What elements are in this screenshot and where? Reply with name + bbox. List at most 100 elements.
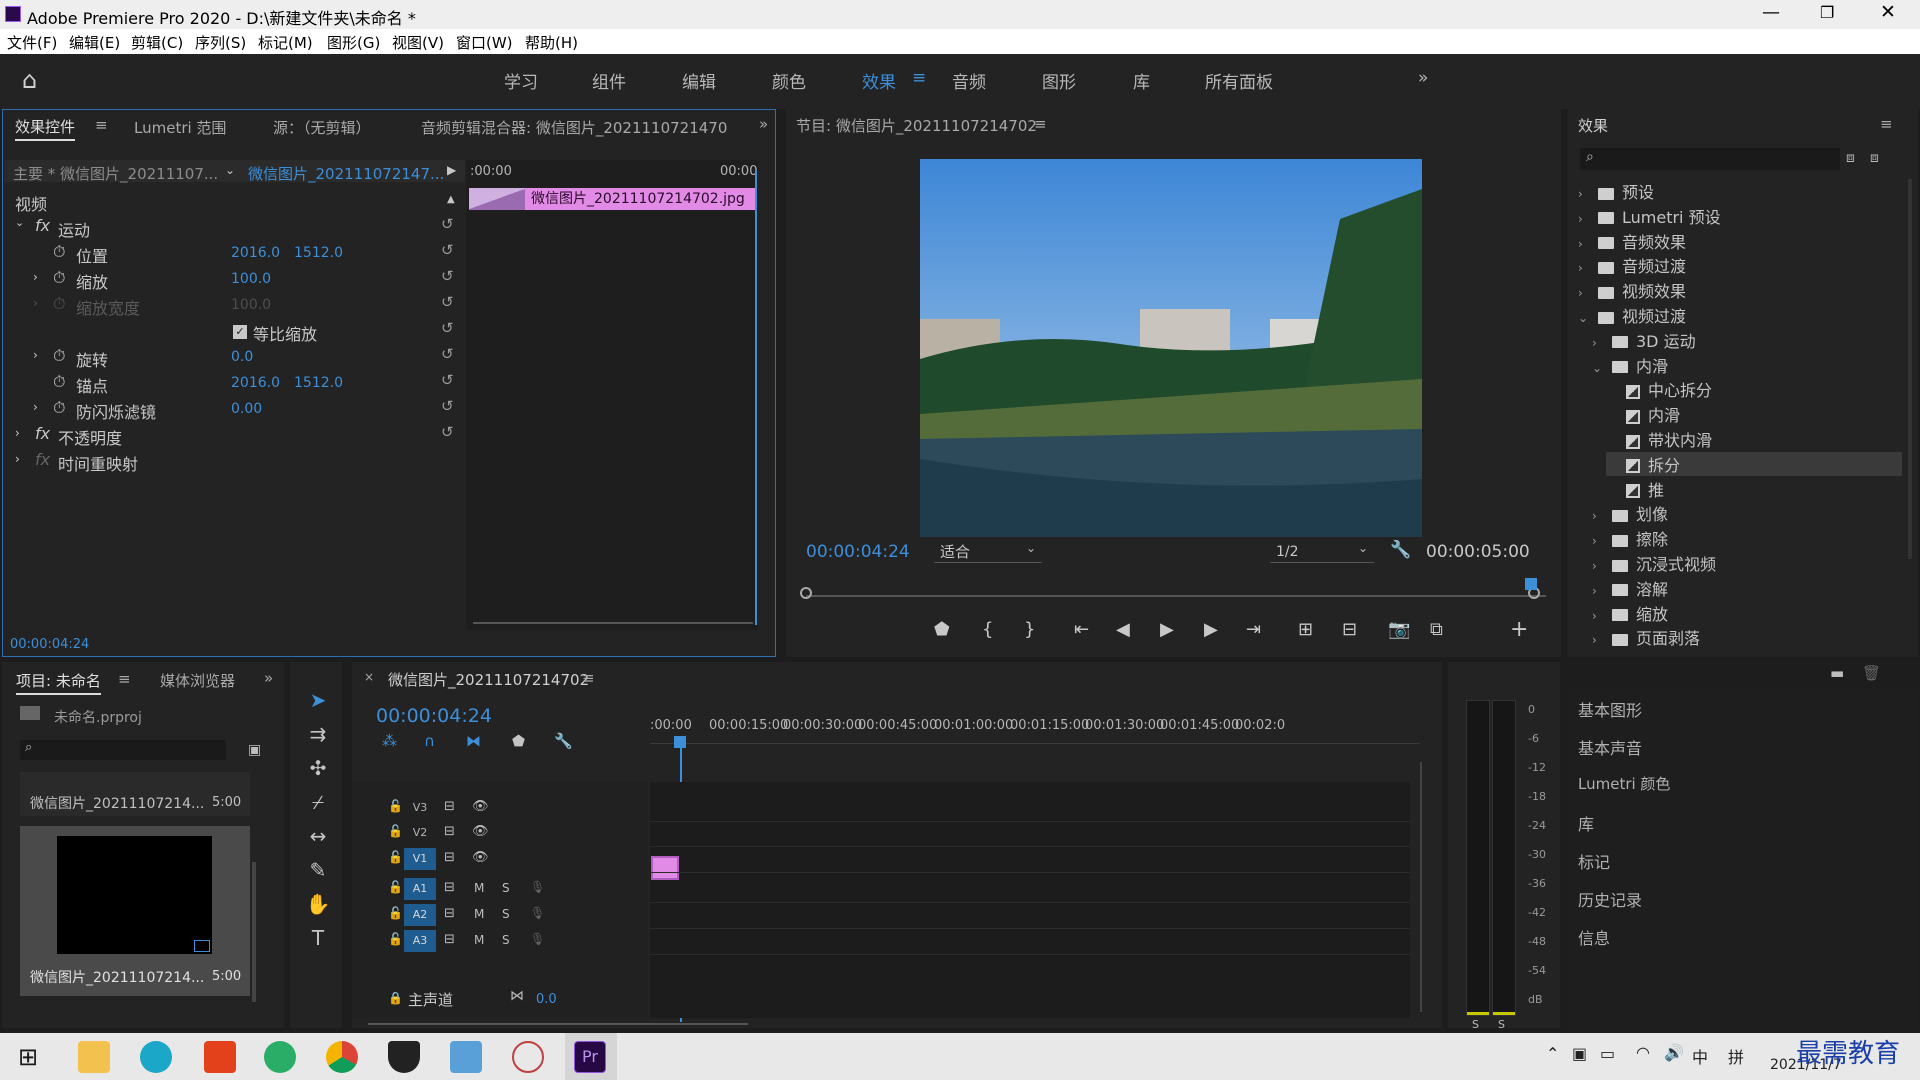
program-playhead[interactable] bbox=[1525, 578, 1538, 590]
effects-folder[interactable]: › 页面剥落 bbox=[1592, 625, 1700, 649]
lock-icon[interactable]: 🔓 bbox=[388, 906, 403, 920]
sync-lock-icon[interactable]: ⊟ bbox=[444, 880, 455, 895]
paint-icon[interactable] bbox=[512, 1041, 544, 1073]
panel-essential-graphics[interactable]: 基本图形 bbox=[1578, 697, 1642, 721]
anchor-y-value[interactable]: 1512.0 bbox=[294, 375, 343, 391]
slip-tool-icon[interactable]: ↔ bbox=[304, 824, 332, 852]
lock-icon[interactable]: 🔓 bbox=[388, 880, 403, 894]
lock-icon[interactable]: 🔓 bbox=[388, 824, 403, 838]
file-explorer-icon[interactable] bbox=[78, 1041, 110, 1073]
expand-icon[interactable]: › bbox=[15, 426, 20, 440]
lock-icon[interactable]: 🔓 bbox=[388, 799, 403, 813]
timeline-vscrollbar[interactable] bbox=[1420, 762, 1422, 1012]
go-to-end-icon[interactable]: ⋈ bbox=[510, 988, 524, 1004]
scrub-start-handle[interactable] bbox=[800, 587, 812, 599]
reset-icon[interactable]: ↺ bbox=[441, 319, 454, 337]
chrome-icon[interactable] bbox=[326, 1041, 358, 1073]
sequence-clip-label[interactable]: 微信图片_202111072147... bbox=[248, 163, 444, 184]
solo-right-button[interactable]: S bbox=[1498, 1018, 1505, 1031]
anchor-x-value[interactable]: 2016.0 bbox=[231, 375, 280, 391]
panel-menu-icon[interactable]: ≡ bbox=[1880, 115, 1893, 133]
office-icon[interactable] bbox=[204, 1041, 236, 1073]
hand-tool-icon[interactable]: ✋ bbox=[304, 892, 332, 920]
solo-button[interactable]: S bbox=[502, 933, 510, 947]
step-back-icon[interactable]: ◀ bbox=[1116, 619, 1130, 640]
panel-history[interactable]: 历史记录 bbox=[1578, 887, 1642, 911]
fit-dropdown[interactable]: 适合 ⌄ bbox=[934, 541, 1042, 563]
new-bin-icon[interactable]: ▬ bbox=[1830, 664, 1844, 682]
tray-app-icon[interactable]: ▣ bbox=[1572, 1044, 1587, 1063]
stopwatch-icon[interactable]: ⏱ bbox=[53, 372, 65, 392]
chevron-right-icon[interactable]: › bbox=[1592, 609, 1604, 623]
resolution-dropdown[interactable]: 1/2 ⌄ bbox=[1270, 541, 1374, 563]
chevron-right-icon[interactable]: › bbox=[1592, 336, 1604, 350]
menu-graphics[interactable]: 图形(G) bbox=[327, 32, 380, 53]
workspace-editing[interactable]: 编辑 bbox=[682, 68, 716, 93]
ec-playhead[interactable] bbox=[755, 170, 757, 625]
home-icon[interactable]: ⌂ bbox=[22, 66, 37, 94]
scroll-up-icon[interactable]: ▲ bbox=[447, 194, 455, 205]
tab-media-browser[interactable]: 媒体浏览器 bbox=[160, 670, 236, 691]
lock-icon[interactable]: 🔒 bbox=[388, 991, 403, 1005]
mark-in-icon[interactable]: { bbox=[982, 619, 993, 640]
go-to-out-icon[interactable]: ⇥ bbox=[1246, 619, 1261, 640]
menu-sequence[interactable]: 序列(S) bbox=[195, 32, 246, 53]
chevron-right-icon[interactable]: › bbox=[1578, 187, 1590, 201]
expand-icon[interactable]: › bbox=[15, 452, 20, 466]
accelerated-effects-icon[interactable]: ⧈ bbox=[1846, 150, 1855, 166]
program-timecode[interactable]: 00:00:04:24 bbox=[806, 542, 910, 562]
effects-transition-item[interactable]: 推 bbox=[1606, 477, 1664, 501]
timeline-title[interactable]: 微信图片_20211107214702 bbox=[388, 669, 589, 690]
panel-menu-icon[interactable]: ≡ bbox=[582, 669, 595, 687]
control-panel-icon[interactable] bbox=[450, 1041, 482, 1073]
effects-transition-item[interactable]: 中心拆分 bbox=[1606, 377, 1712, 401]
play-icon[interactable]: ▶ bbox=[447, 163, 456, 177]
tab-menu-icon[interactable]: ≡ bbox=[95, 116, 108, 134]
add-marker-icon[interactable]: ⬟ bbox=[934, 619, 950, 640]
reset-icon[interactable]: ↺ bbox=[441, 293, 454, 311]
close-icon[interactable]: × bbox=[364, 670, 374, 684]
eye-icon[interactable]: 👁 bbox=[472, 799, 489, 814]
effects-folder[interactable]: › 3D 运动 bbox=[1592, 328, 1696, 352]
chevron-down-icon[interactable]: ⌄ bbox=[1592, 361, 1604, 375]
effects-search-input[interactable]: ⌕ bbox=[1580, 148, 1840, 170]
timeline-hscrollbar[interactable] bbox=[368, 1023, 748, 1025]
sync-lock-icon[interactable]: ⊟ bbox=[444, 824, 455, 839]
workspace-effects[interactable]: 效果 bbox=[862, 68, 896, 93]
new-bin-icon[interactable]: ▣ bbox=[248, 742, 261, 758]
workspace-all-panels[interactable]: 所有面板 bbox=[1205, 68, 1273, 93]
eye-icon[interactable]: 👁 bbox=[472, 850, 489, 865]
reset-icon[interactable]: ↺ bbox=[441, 397, 454, 415]
track-label-a3[interactable]: A3 bbox=[404, 930, 436, 952]
volume-icon[interactable]: 🔊 bbox=[1664, 1043, 1684, 1062]
reset-icon[interactable]: ↺ bbox=[441, 371, 454, 389]
battery-icon[interactable]: ▭ bbox=[1600, 1044, 1615, 1063]
wrench-icon[interactable]: 🔧 bbox=[554, 732, 573, 750]
workspace-audio[interactable]: 音频 bbox=[952, 68, 986, 93]
track-label-a1[interactable]: A1 bbox=[404, 878, 436, 900]
program-monitor-title[interactable]: 节目: 微信图片_20211107214702 bbox=[796, 115, 1037, 136]
effects-transition-item[interactable]: 内滑 bbox=[1606, 402, 1680, 426]
tray-arrow-icon[interactable]: ⌃ bbox=[1546, 1044, 1559, 1063]
panel-lumetri-color[interactable]: Lumetri 颜色 bbox=[1578, 773, 1670, 794]
uniform-scale-checkbox[interactable]: ✓ bbox=[233, 325, 247, 339]
windows-start-icon[interactable]: ⊞ bbox=[18, 1043, 38, 1071]
export-frame-icon[interactable]: 📷 bbox=[1388, 619, 1410, 640]
workspace-learn[interactable]: 学习 bbox=[504, 68, 538, 93]
project-scrollbar[interactable] bbox=[252, 862, 256, 1002]
linked-selection-icon[interactable]: ⧓ bbox=[466, 732, 481, 750]
more-tabs-icon[interactable]: » bbox=[759, 115, 768, 133]
ec-scrollbar[interactable] bbox=[473, 622, 753, 624]
master-track-value[interactable]: 0.0 bbox=[536, 992, 557, 1007]
panel-markers[interactable]: 标记 bbox=[1578, 849, 1610, 873]
add-marker-icon[interactable]: ⬟ bbox=[512, 732, 525, 750]
pen-tool-icon[interactable]: ✎ bbox=[304, 858, 332, 886]
menu-help[interactable]: 帮助(H) bbox=[525, 32, 578, 53]
workspace-menu-icon[interactable]: ≡ bbox=[912, 68, 926, 88]
minimize-icon[interactable]: — bbox=[1762, 2, 1780, 23]
effects-folder[interactable]: › 视频效果 bbox=[1578, 278, 1686, 302]
lock-icon[interactable]: 🔓 bbox=[388, 850, 403, 864]
menu-edit[interactable]: 编辑(E) bbox=[69, 32, 120, 53]
chevron-right-icon[interactable]: › bbox=[1592, 509, 1604, 523]
workspace-graphics[interactable]: 图形 bbox=[1042, 68, 1076, 93]
